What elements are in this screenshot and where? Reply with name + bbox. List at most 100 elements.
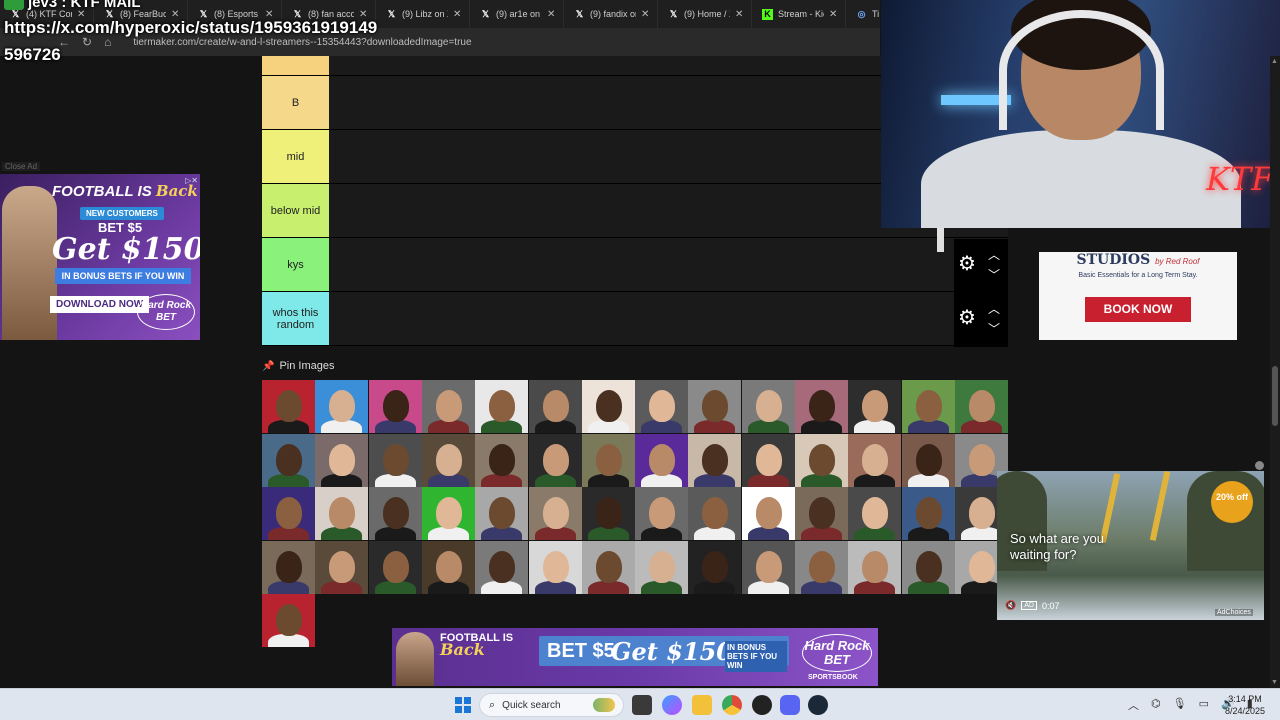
tier-image[interactable] (635, 380, 689, 433)
video-ad-close-icon[interactable] (1255, 461, 1264, 470)
tier-image[interactable] (475, 433, 529, 487)
close-ad-button[interactable]: Close Ad (2, 162, 41, 171)
tier-image[interactable] (421, 380, 475, 433)
steam-icon[interactable] (808, 695, 828, 715)
url-text[interactable]: tiermaker.com/create/w-and-l-streamers--… (133, 37, 471, 48)
task-view-icon[interactable] (632, 695, 652, 715)
chevron-up-icon[interactable]: ︿ (988, 303, 1000, 315)
display-icon[interactable]: ▭ (1199, 697, 1209, 713)
microphone-icon[interactable]: 🎙 (1173, 697, 1187, 713)
chevron-up-icon[interactable]: ︿ (988, 249, 1000, 261)
tier-image[interactable] (262, 540, 315, 594)
tier-image[interactable] (315, 433, 369, 487)
tier-image[interactable] (901, 540, 955, 594)
tier-label[interactable]: B (262, 76, 329, 129)
tier-image[interactable] (581, 540, 635, 594)
chevron-up-icon[interactable]: ︿ (1128, 697, 1139, 713)
close-tab-icon[interactable]: ✕ (829, 9, 839, 20)
book-now-button[interactable]: BOOK NOW (1085, 297, 1191, 322)
tier-image[interactable] (581, 380, 635, 433)
taskbar-search[interactable]: ⌕ Quick search (479, 693, 624, 717)
tier-image[interactable] (688, 540, 742, 594)
scroll-down-icon[interactable]: ▼ (1271, 679, 1278, 686)
tier-image[interactable] (741, 487, 795, 540)
browser-tab[interactable]: 𝕏 (9) Libz on X ✕ (376, 0, 470, 28)
close-tab-icon[interactable]: ✕ (453, 9, 463, 20)
tier-image[interactable] (421, 540, 475, 594)
tier-image[interactable] (421, 433, 475, 487)
tier-image[interactable] (795, 380, 848, 433)
tier-image[interactable] (848, 540, 902, 594)
tier-image[interactable] (421, 487, 475, 540)
sportsbook-ad-bottom[interactable]: FOOTBALL IS Back BET $5 Get $150 IN BONUS… (392, 628, 878, 686)
tier-drop-area[interactable] (329, 238, 1008, 291)
tier-image[interactable] (741, 540, 795, 594)
scroll-thumb[interactable] (1272, 366, 1278, 426)
tier-image[interactable] (262, 380, 315, 433)
ad-download-button[interactable]: DOWNLOAD NOW (50, 296, 150, 313)
file-explorer-icon[interactable] (692, 695, 712, 715)
close-tab-icon[interactable]: ✕ (641, 9, 651, 20)
tier-image[interactable] (688, 433, 742, 487)
tier-image[interactable] (688, 380, 742, 433)
gear-icon[interactable]: ⚙ (958, 254, 978, 274)
tier-image[interactable] (262, 433, 315, 487)
tier-image[interactable] (954, 380, 1008, 433)
obs-icon[interactable] (752, 695, 772, 715)
video-ad[interactable]: So what are you waiting for? 20% off 🔇 A… (997, 471, 1264, 620)
close-tab-icon[interactable]: ✕ (735, 9, 745, 20)
tier-image[interactable] (528, 433, 582, 487)
tier-image[interactable] (901, 380, 955, 433)
tier-image[interactable] (262, 594, 315, 647)
tier-image[interactable] (528, 380, 582, 433)
tier-image[interactable] (475, 380, 529, 433)
tier-image[interactable] (315, 540, 369, 594)
tier-image[interactable] (848, 433, 902, 487)
discord-icon[interactable] (780, 695, 800, 715)
tier-image[interactable] (368, 487, 422, 540)
tier-image[interactable] (635, 540, 689, 594)
tier-image[interactable] (848, 380, 902, 433)
page-scrollbar[interactable]: ▲ ▼ (1270, 56, 1280, 688)
tier-label[interactable] (262, 56, 329, 75)
network-icon[interactable]: ⌬ (1151, 697, 1161, 713)
tier-image[interactable] (581, 433, 635, 487)
tier-image[interactable] (635, 433, 689, 487)
sportsbook-ad-left[interactable]: FOOTBALL IS Back NEW CUSTOMERS BET $5 Ge… (0, 174, 200, 340)
tier-image[interactable] (475, 487, 529, 540)
scroll-up-icon[interactable]: ▲ (1271, 58, 1278, 65)
tier-image[interactable] (368, 540, 422, 594)
browser-tab[interactable]: 𝕏 (9) Home / X ✕ (658, 0, 752, 28)
chrome-icon[interactable] (722, 695, 742, 715)
tier-image[interactable] (848, 487, 902, 540)
tier-image[interactable] (795, 540, 848, 594)
tier-image[interactable] (315, 487, 369, 540)
tier-label[interactable]: whos this random (262, 292, 329, 345)
tier-image[interactable] (368, 380, 422, 433)
pin-images-toggle[interactable]: 📌 Pin Images (262, 360, 334, 372)
tier-image[interactable] (795, 487, 848, 540)
tier-image[interactable] (741, 380, 795, 433)
tier-image[interactable] (688, 487, 742, 540)
tier-image[interactable] (528, 540, 582, 594)
browser-tab[interactable]: 𝕏 (9) ar1e on X ✕ (470, 0, 564, 28)
close-tab-icon[interactable]: ✕ (547, 9, 557, 20)
gear-icon[interactable]: ⚙ (958, 308, 978, 328)
tier-image[interactable] (901, 487, 955, 540)
tier-image[interactable] (635, 487, 689, 540)
chevron-down-icon[interactable]: ﹀ (988, 323, 1000, 335)
tier-image[interactable] (581, 487, 635, 540)
tier-image[interactable] (475, 540, 529, 594)
adchoices-link[interactable]: AdChoices (1215, 609, 1253, 616)
browser-tab[interactable]: 𝕏 (9) fandix on ✕ (564, 0, 658, 28)
tier-image[interactable] (901, 433, 955, 487)
red-roof-ad[interactable]: STUDIOS by Red Roof Basic Essentials for… (1039, 252, 1237, 340)
tier-image[interactable] (315, 380, 369, 433)
tier-image[interactable] (741, 433, 795, 487)
tier-label[interactable]: kys (262, 238, 329, 291)
tier-drop-area[interactable] (329, 292, 1008, 345)
copilot-icon[interactable] (662, 695, 682, 715)
ad-info-icon[interactable]: ▷✕ (185, 176, 198, 185)
tier-image[interactable] (795, 433, 848, 487)
mute-icon[interactable]: 🔇 (1005, 600, 1016, 611)
